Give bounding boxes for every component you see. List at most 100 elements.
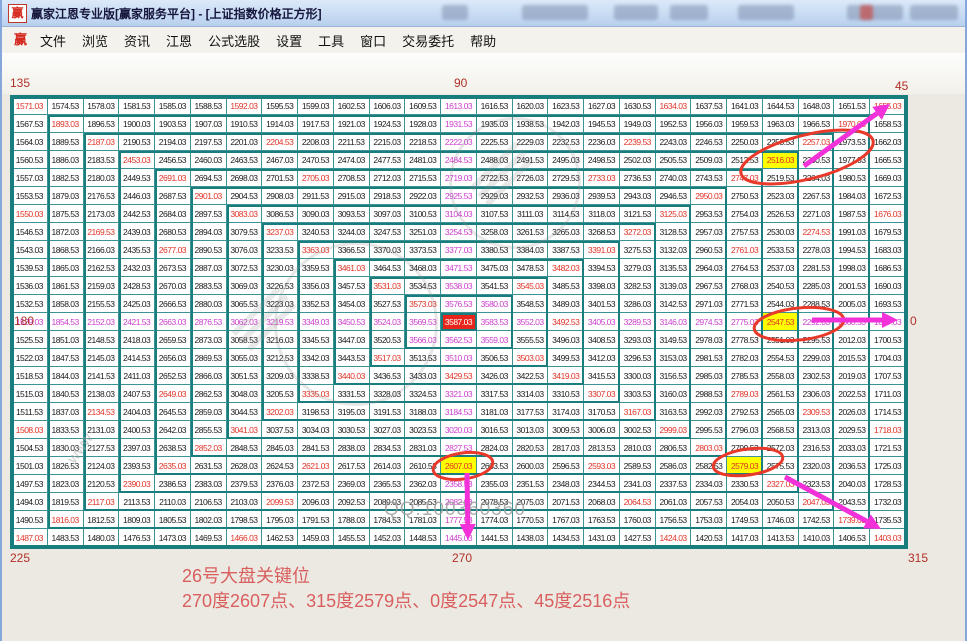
price-cell[interactable]: 1697.03 — [870, 313, 906, 331]
price-cell[interactable]: 2624.53 — [262, 457, 298, 475]
price-cell[interactable]: 2621.03 — [298, 457, 334, 475]
price-cell[interactable]: 2656.03 — [155, 349, 191, 367]
price-cell[interactable]: 2936.03 — [548, 187, 584, 205]
price-cell[interactable]: 1623.53 — [548, 97, 584, 115]
price-cell[interactable]: 3282.53 — [620, 277, 656, 295]
price-cell[interactable]: 3478.53 — [513, 259, 549, 277]
price-cell[interactable]: 1973.53 — [834, 133, 870, 151]
price-cell[interactable]: 2222.03 — [441, 133, 477, 151]
price-cell[interactable]: 2540.53 — [763, 277, 799, 295]
price-cell[interactable]: 1830.03 — [48, 439, 84, 457]
price-cell[interactable]: 3506.53 — [477, 349, 513, 367]
price-cell[interactable]: 3128.53 — [656, 223, 692, 241]
price-cell[interactable]: 2715.53 — [405, 169, 441, 187]
price-cell[interactable]: 3247.53 — [370, 223, 406, 241]
price-cell[interactable]: 1487.03 — [12, 529, 48, 547]
price-cell[interactable]: 3580.03 — [477, 295, 513, 313]
price-cell[interactable]: 2988.53 — [691, 385, 727, 403]
price-cell[interactable]: 2768.03 — [727, 277, 763, 295]
price-cell[interactable]: 3139.03 — [656, 277, 692, 295]
menu-item-帮助[interactable]: 帮助 — [462, 31, 504, 50]
price-cell[interactable]: 2470.53 — [298, 151, 334, 169]
price-cell[interactable]: 1651.53 — [834, 97, 870, 115]
price-cell[interactable]: 3030.53 — [334, 421, 370, 439]
price-cell[interactable]: 2747.03 — [727, 169, 763, 187]
price-cell[interactable]: 2449.53 — [119, 169, 155, 187]
price-cell[interactable]: 2796.03 — [727, 421, 763, 439]
price-cell[interactable]: 3545.03 — [513, 277, 549, 295]
price-cell[interactable]: 2890.53 — [191, 241, 227, 259]
price-cell[interactable]: 2159.03 — [84, 277, 120, 295]
price-cell[interactable]: 2068.03 — [584, 493, 620, 511]
price-cell[interactable]: 1630.53 — [620, 97, 656, 115]
price-cell[interactable]: 2313.03 — [799, 421, 835, 439]
price-cell[interactable]: 3300.03 — [620, 367, 656, 385]
price-cell[interactable]: 3405.03 — [584, 313, 620, 331]
price-cell[interactable]: 1879.03 — [48, 187, 84, 205]
price-cell[interactable]: 2943.03 — [620, 187, 656, 205]
price-cell[interactable]: 2922.03 — [405, 187, 441, 205]
price-cell[interactable]: 3321.03 — [441, 385, 477, 403]
price-cell[interactable]: 3310.53 — [548, 385, 584, 403]
price-cell[interactable]: 1476.53 — [119, 529, 155, 547]
price-cell[interactable]: 3223.03 — [262, 295, 298, 313]
price-cell[interactable]: 1634.03 — [656, 97, 692, 115]
price-cell[interactable]: 3191.53 — [370, 403, 406, 421]
price-cell[interactable]: 3566.03 — [405, 331, 441, 349]
price-cell[interactable]: 2677.03 — [155, 241, 191, 259]
price-cell[interactable]: 2246.53 — [691, 133, 727, 151]
price-cell[interactable]: 1952.53 — [656, 115, 692, 133]
price-cell[interactable]: 2204.53 — [262, 133, 298, 151]
price-cell[interactable]: 2131.03 — [84, 421, 120, 439]
center-price-cell[interactable]: 3587.03 — [441, 313, 477, 331]
price-cell[interactable]: 2726.03 — [513, 169, 549, 187]
price-cell[interactable]: 2820.53 — [513, 439, 549, 457]
price-cell[interactable]: 3090.03 — [298, 205, 334, 223]
price-cell[interactable]: 2362.03 — [405, 475, 441, 493]
price-cell[interactable]: 3289.53 — [620, 313, 656, 331]
price-cell[interactable]: 2880.03 — [191, 295, 227, 313]
price-cell[interactable]: 3349.03 — [298, 313, 334, 331]
price-cell[interactable]: 3335.03 — [298, 385, 334, 403]
price-cell[interactable]: 2565.03 — [763, 403, 799, 421]
price-cell[interactable]: 3279.03 — [620, 259, 656, 277]
price-cell[interactable]: 3233.53 — [262, 241, 298, 259]
price-cell[interactable]: 1483.53 — [48, 529, 84, 547]
price-cell[interactable]: 2561.53 — [763, 385, 799, 403]
price-cell[interactable]: 3230.03 — [262, 259, 298, 277]
price-cell[interactable]: 2869.53 — [191, 349, 227, 367]
price-cell[interactable]: 1917.53 — [298, 115, 334, 133]
price-cell[interactable]: 2862.53 — [191, 385, 227, 403]
price-cell[interactable]: 2379.53 — [227, 475, 263, 493]
price-cell[interactable]: 1770.53 — [513, 511, 549, 529]
price-cell[interactable]: 2001.53 — [834, 277, 870, 295]
price-cell[interactable]: 1795.03 — [262, 511, 298, 529]
price-cell[interactable]: 1557.03 — [12, 169, 48, 187]
price-cell[interactable]: 2211.53 — [334, 133, 370, 151]
price-cell[interactable]: 1854.53 — [48, 313, 84, 331]
price-cell[interactable]: 1865.03 — [48, 259, 84, 277]
price-cell[interactable]: 2288.53 — [799, 295, 835, 313]
price-cell[interactable]: 1819.53 — [48, 493, 84, 511]
price-cell[interactable]: 3450.53 — [334, 313, 370, 331]
price-cell[interactable]: 2372.53 — [298, 475, 334, 493]
price-cell[interactable]: 3198.53 — [298, 403, 334, 421]
price-cell[interactable]: 1497.53 — [12, 475, 48, 493]
price-cell[interactable]: 2397.03 — [119, 439, 155, 457]
price-cell[interactable]: 1602.53 — [334, 97, 370, 115]
price-cell[interactable]: 3384.03 — [513, 241, 549, 259]
price-cell[interactable]: 3482.03 — [548, 259, 584, 277]
price-cell[interactable]: 1977.03 — [834, 151, 870, 169]
price-cell[interactable]: 2176.53 — [84, 187, 120, 205]
price-cell[interactable]: 2463.53 — [227, 151, 263, 169]
price-cell[interactable]: 2729.53 — [548, 169, 584, 187]
price-cell[interactable]: 2267.53 — [799, 187, 835, 205]
price-cell[interactable]: 2190.53 — [119, 133, 155, 151]
price-cell[interactable]: 3079.53 — [227, 223, 263, 241]
price-cell[interactable]: 1991.03 — [834, 223, 870, 241]
price-cell[interactable]: 3440.03 — [334, 367, 370, 385]
price-cell[interactable]: 3373.53 — [405, 241, 441, 259]
price-cell[interactable]: 3583.53 — [477, 313, 513, 331]
price-cell[interactable]: 1641.03 — [727, 97, 763, 115]
price-cell[interactable]: 3331.53 — [334, 385, 370, 403]
